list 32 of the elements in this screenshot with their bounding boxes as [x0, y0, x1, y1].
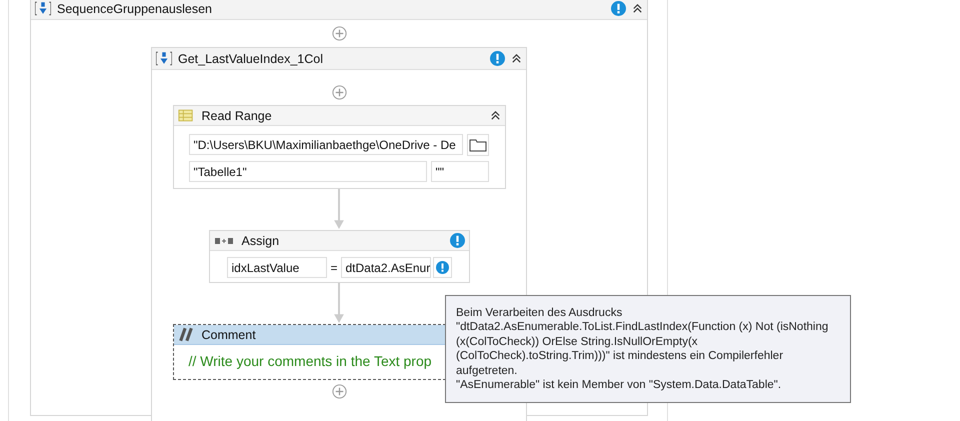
sequence-icon — [156, 51, 172, 66]
activity-title: Comment — [202, 328, 257, 342]
assign-operator: = — [329, 260, 338, 274]
read-range-activity[interactable]: Read Range "D:\Users\BKU\Maximilianbaethge\OneDrive - De "Tabelle1" "" — [172, 105, 506, 189]
activity-title: Assign — [242, 234, 280, 248]
collapse-icon[interactable] — [490, 110, 500, 121]
comment-icon — [178, 327, 194, 342]
assign-value-field[interactable]: dtData2.AsEnur — [340, 257, 430, 278]
range-field[interactable]: "" — [430, 161, 488, 182]
file-path-field[interactable]: "D:\Users\BKU\Maximilianbaethge\OneDrive - De — [188, 134, 462, 155]
activity-title: Read Range — [202, 108, 273, 122]
spreadsheet-icon — [178, 108, 194, 123]
browse-button[interactable] — [466, 134, 488, 156]
add-activity-icon[interactable] — [332, 26, 346, 41]
assign-activity[interactable]: Assign idxLastValue = dtData2.AsEnur — [208, 230, 470, 283]
assign-target-field[interactable]: idxLastValue — [226, 257, 328, 278]
add-activity-icon[interactable] — [332, 85, 346, 100]
add-activity-icon[interactable] — [332, 384, 346, 399]
comment-text: // Write your comments in the Text prop — [188, 353, 432, 369]
sequence-header[interactable]: SequenceGruppenauslesen — [31, 0, 647, 20]
flow-arrow — [334, 283, 344, 324]
error-tooltip: Beim Verarbeiten des Ausdrucks "dtData2.AsEnumerable.ToList.FindLastIndex(Function (x) Not (isNothing (x(ColToCheck)) OrElse String.IsNullOrEmpty(x (ColToCheck).toString.Trim)))" ist mindestens ein Compilerfehler aufgetreten. "AsEnumerable" ist kein Member von "System.Data.DataTable". — [445, 295, 851, 403]
sequence-header[interactable]: Get_LastValueIndex_1Col — [152, 48, 526, 70]
sequence-title: SequenceGruppenauslesen — [57, 2, 213, 16]
flow-arrow — [334, 189, 344, 230]
sequence-title: Get_LastValueIndex_1Col — [178, 52, 324, 66]
assign-icon — [214, 236, 234, 246]
collapse-icon[interactable] — [511, 53, 522, 64]
collapse-icon[interactable] — [632, 3, 643, 14]
sheet-name-field[interactable]: "Tabelle1" — [188, 161, 426, 182]
folder-icon — [468, 138, 486, 152]
sequence-icon — [35, 1, 51, 16]
